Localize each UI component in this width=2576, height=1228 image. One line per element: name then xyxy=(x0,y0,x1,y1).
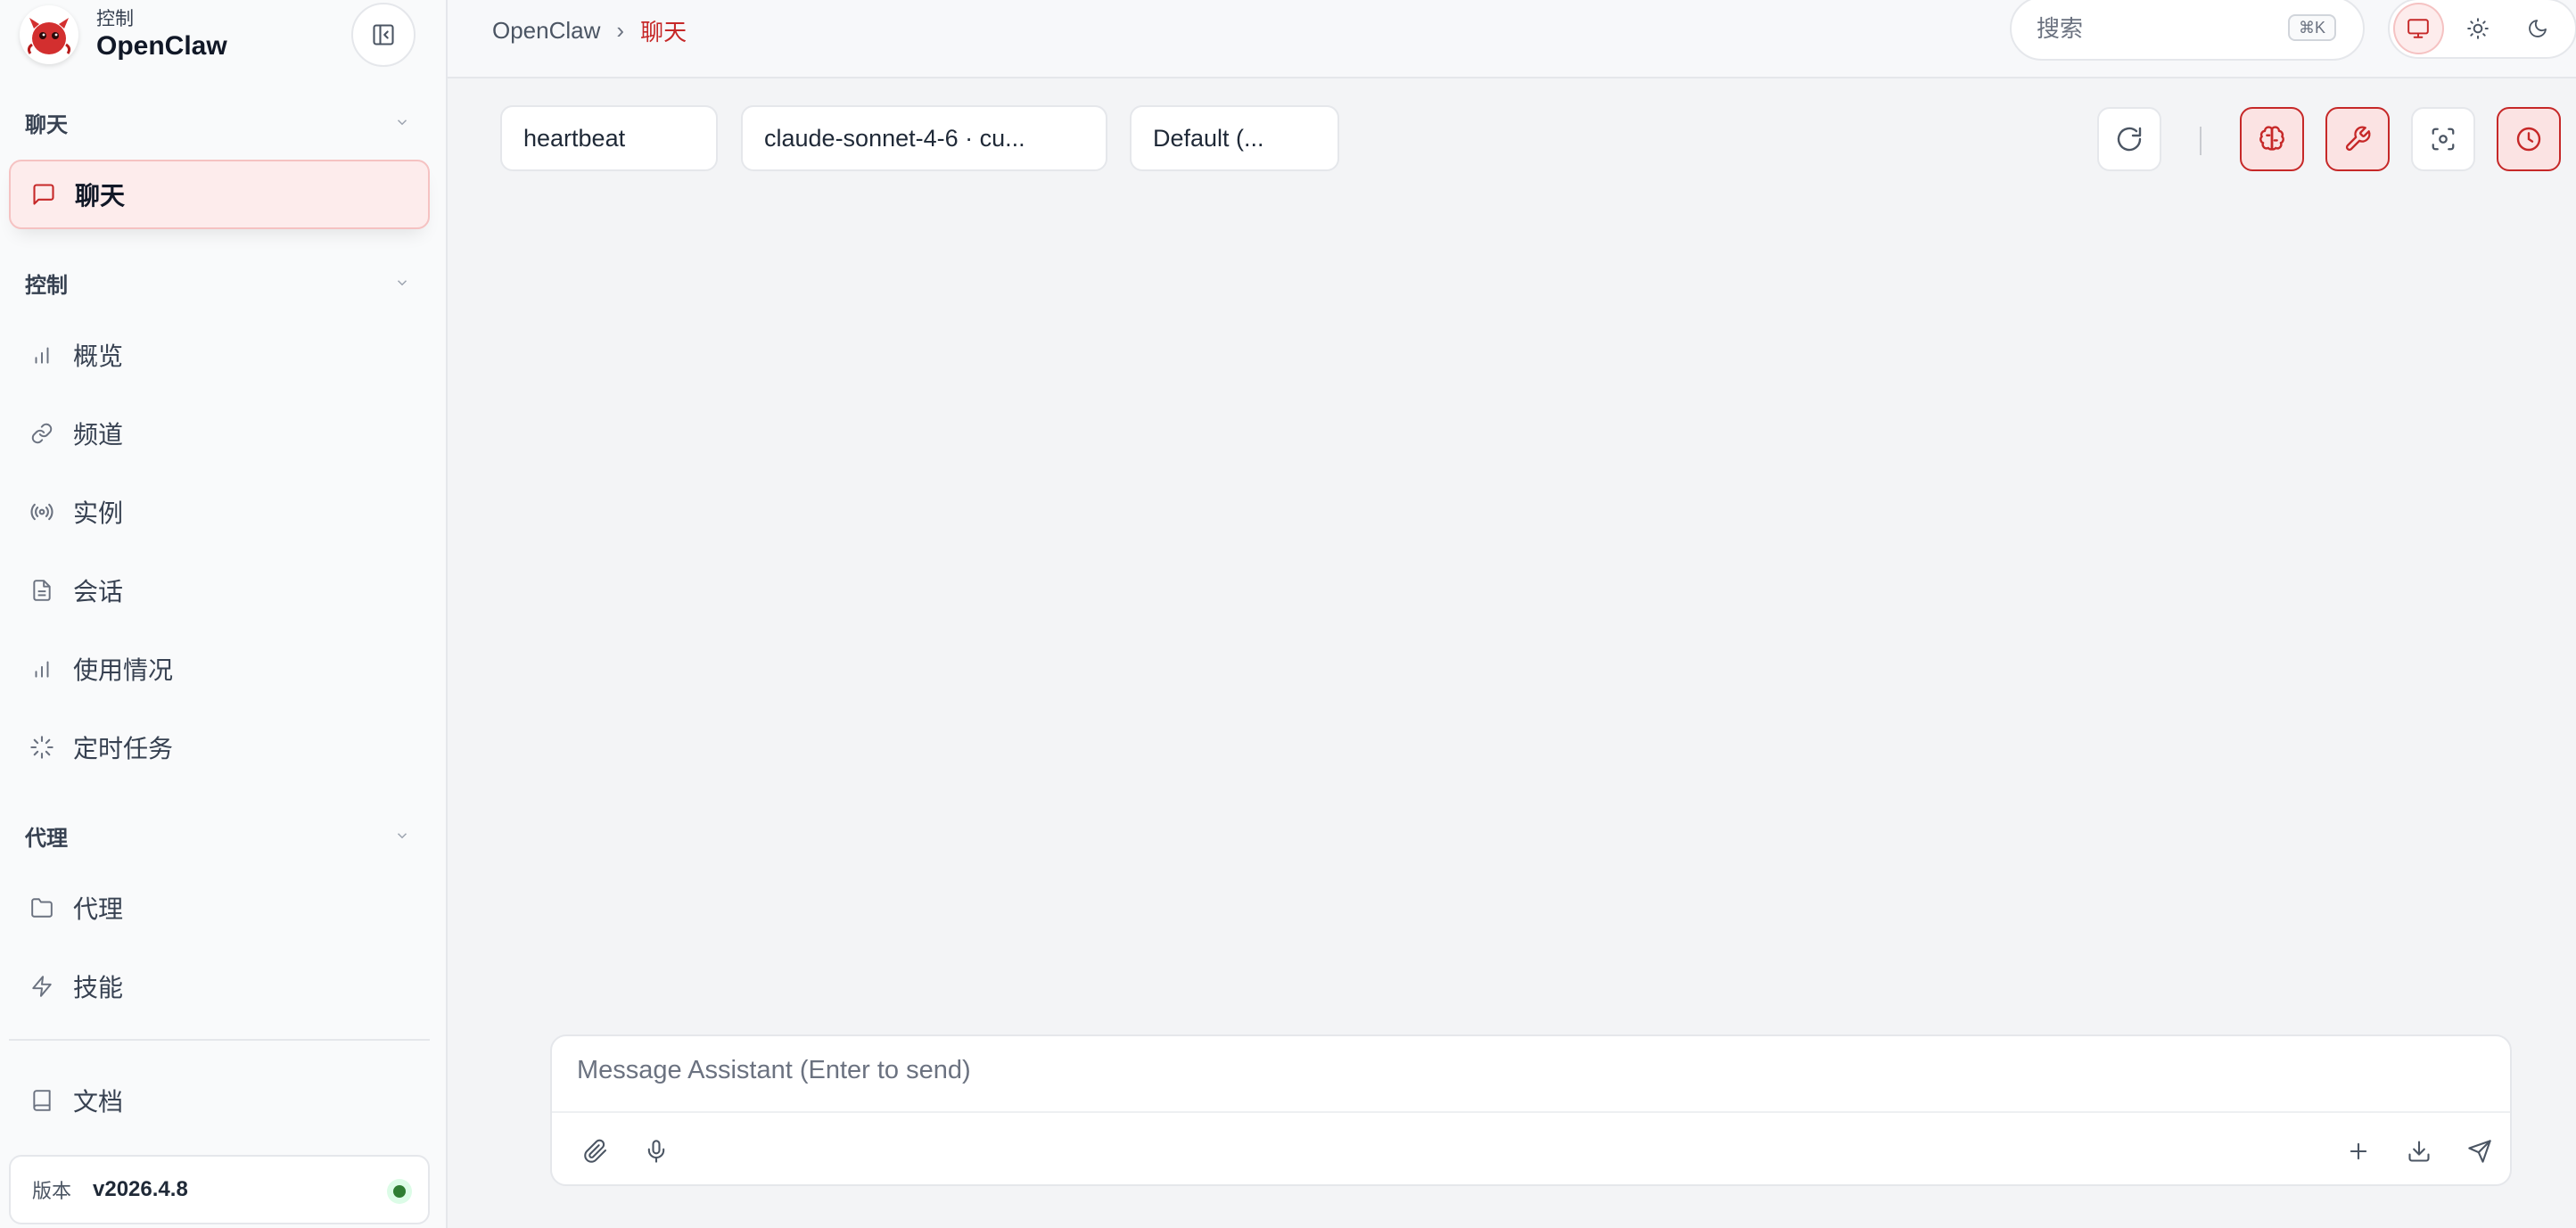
book-icon xyxy=(27,1085,57,1116)
section-label: 聊天 xyxy=(25,112,68,137)
status-indicator xyxy=(387,1179,412,1204)
sidebar-item-label: 代理 xyxy=(73,895,124,923)
theme-dark-button[interactable] xyxy=(2512,3,2563,54)
chevron-down-icon xyxy=(397,120,407,126)
plus-icon xyxy=(2350,1142,2367,1160)
moon-icon xyxy=(2528,20,2547,37)
new-chat-button[interactable] xyxy=(2334,1127,2383,1175)
sidebar-item-instances[interactable]: 实例 xyxy=(9,477,430,547)
section-control[interactable]: 控制 xyxy=(25,265,410,301)
sidebar-item-cron-jobs[interactable]: 定时任务 xyxy=(9,713,430,782)
focus-mode-button[interactable] xyxy=(2411,107,2475,171)
sidebar-item-chat[interactable]: 聊天 xyxy=(9,160,430,229)
loader-icon xyxy=(27,732,57,762)
version-card: 版本 v2026.4.8 xyxy=(9,1155,430,1224)
search-input[interactable] xyxy=(2037,14,2268,43)
message-input[interactable] xyxy=(577,1056,2467,1100)
sidebar-item-label: 概览 xyxy=(73,342,124,370)
session-select-value: heartbeat xyxy=(523,124,626,152)
bar-chart-icon xyxy=(27,340,57,370)
toolbar-separator xyxy=(2200,127,2202,155)
topbar: OpenClaw › 聊天 ⌘K xyxy=(448,0,2576,78)
section-label: 控制 xyxy=(25,273,68,298)
version-label: 版本 xyxy=(32,1180,72,1202)
thinking-toggle-button[interactable] xyxy=(2240,107,2304,171)
breadcrumb-root[interactable]: OpenClaw xyxy=(492,17,600,45)
sidebar-item-label: 聊天 xyxy=(75,182,126,210)
section-chat[interactable]: 聊天 xyxy=(25,104,410,140)
search-shortcut-badge: ⌘K xyxy=(2287,14,2336,41)
cron-toggle-button[interactable] xyxy=(2497,107,2561,171)
section-agents[interactable]: 代理 xyxy=(25,818,410,853)
model-select-value: claude-sonnet-4-6 · cu... xyxy=(764,124,1025,152)
sidebar-item-agents[interactable]: 代理 xyxy=(9,873,430,943)
sidebar-item-docs[interactable]: 文档 xyxy=(9,1066,430,1135)
sidebar-item-channels[interactable]: 频道 xyxy=(9,399,430,468)
chevron-down-icon xyxy=(397,280,407,286)
breadcrumb-separator: › xyxy=(616,17,625,44)
sidebar-item-label: 定时任务 xyxy=(73,735,174,762)
sidebar: 控制 OpenClaw 聊天 聊天 控制 概览 频道 实例 会话 使用情况 定时… xyxy=(0,0,448,1228)
sidebar-item-skills[interactable]: 技能 xyxy=(9,952,430,1021)
bar-chart-icon xyxy=(27,654,57,684)
composer-divider xyxy=(552,1111,2510,1113)
zap-icon xyxy=(27,971,57,1001)
sidebar-item-label: 使用情况 xyxy=(73,656,174,684)
folder-icon xyxy=(27,893,57,923)
thinking-level-select[interactable]: Default (... xyxy=(1130,105,1339,171)
sun-icon xyxy=(2467,18,2489,39)
attach-button[interactable] xyxy=(572,1127,620,1175)
message-composer xyxy=(550,1034,2512,1186)
send-button[interactable] xyxy=(2456,1127,2504,1175)
thinking-level-value: Default (... xyxy=(1153,124,1264,152)
session-select[interactable]: heartbeat xyxy=(500,105,718,171)
search-box[interactable]: ⌘K xyxy=(2010,0,2365,61)
refresh-button[interactable] xyxy=(2097,107,2161,171)
model-select[interactable]: claude-sonnet-4-6 · cu... xyxy=(741,105,1107,171)
sidebar-item-label: 实例 xyxy=(73,499,124,527)
theme-light-button[interactable] xyxy=(2453,3,2504,54)
send-icon xyxy=(2468,1140,2491,1163)
message-square-icon xyxy=(29,179,59,210)
theme-system-button[interactable] xyxy=(2393,3,2444,54)
microphone-icon xyxy=(647,1140,665,1163)
openclaw-logo-icon xyxy=(20,5,78,64)
status-dot xyxy=(393,1185,406,1198)
brand-title: OpenClaw xyxy=(96,31,227,61)
theme-switcher xyxy=(2388,0,2576,59)
collapse-sidebar-button[interactable] xyxy=(351,3,416,67)
breadcrumb: OpenClaw › 聊天 xyxy=(492,14,687,47)
breadcrumb-current: 聊天 xyxy=(640,19,687,45)
brain-icon xyxy=(2259,126,2284,151)
sidebar-item-label: 技能 xyxy=(73,974,124,1001)
scan-focus-icon xyxy=(2432,128,2455,151)
sidebar-toggle-icon xyxy=(373,24,394,45)
wrench-icon xyxy=(2345,126,2371,152)
paperclip-icon xyxy=(584,1139,607,1163)
tools-toggle-button[interactable] xyxy=(2325,107,2390,171)
brand-subtitle: 控制 xyxy=(96,9,134,29)
radio-icon xyxy=(27,497,57,527)
section-label: 代理 xyxy=(25,826,68,851)
sidebar-item-label: 文档 xyxy=(73,1088,124,1116)
sidebar-item-label: 频道 xyxy=(73,421,124,449)
voice-input-button[interactable] xyxy=(632,1127,680,1175)
brand[interactable]: 控制 OpenClaw xyxy=(20,5,227,64)
monitor-icon xyxy=(2407,19,2430,38)
refresh-icon xyxy=(2117,127,2142,152)
file-text-icon xyxy=(27,575,57,606)
sidebar-item-label: 会话 xyxy=(73,578,124,606)
export-button[interactable] xyxy=(2395,1127,2443,1175)
chevron-down-icon xyxy=(397,833,407,839)
sidebar-divider xyxy=(9,1039,430,1041)
sidebar-item-usage[interactable]: 使用情况 xyxy=(9,634,430,704)
download-icon xyxy=(2408,1141,2430,1162)
link-icon xyxy=(27,418,57,449)
version-value: v2026.4.8 xyxy=(93,1177,188,1201)
sidebar-item-sessions[interactable]: 会话 xyxy=(9,556,430,625)
clock-icon xyxy=(2516,127,2541,152)
sidebar-item-overview[interactable]: 概览 xyxy=(9,320,430,390)
